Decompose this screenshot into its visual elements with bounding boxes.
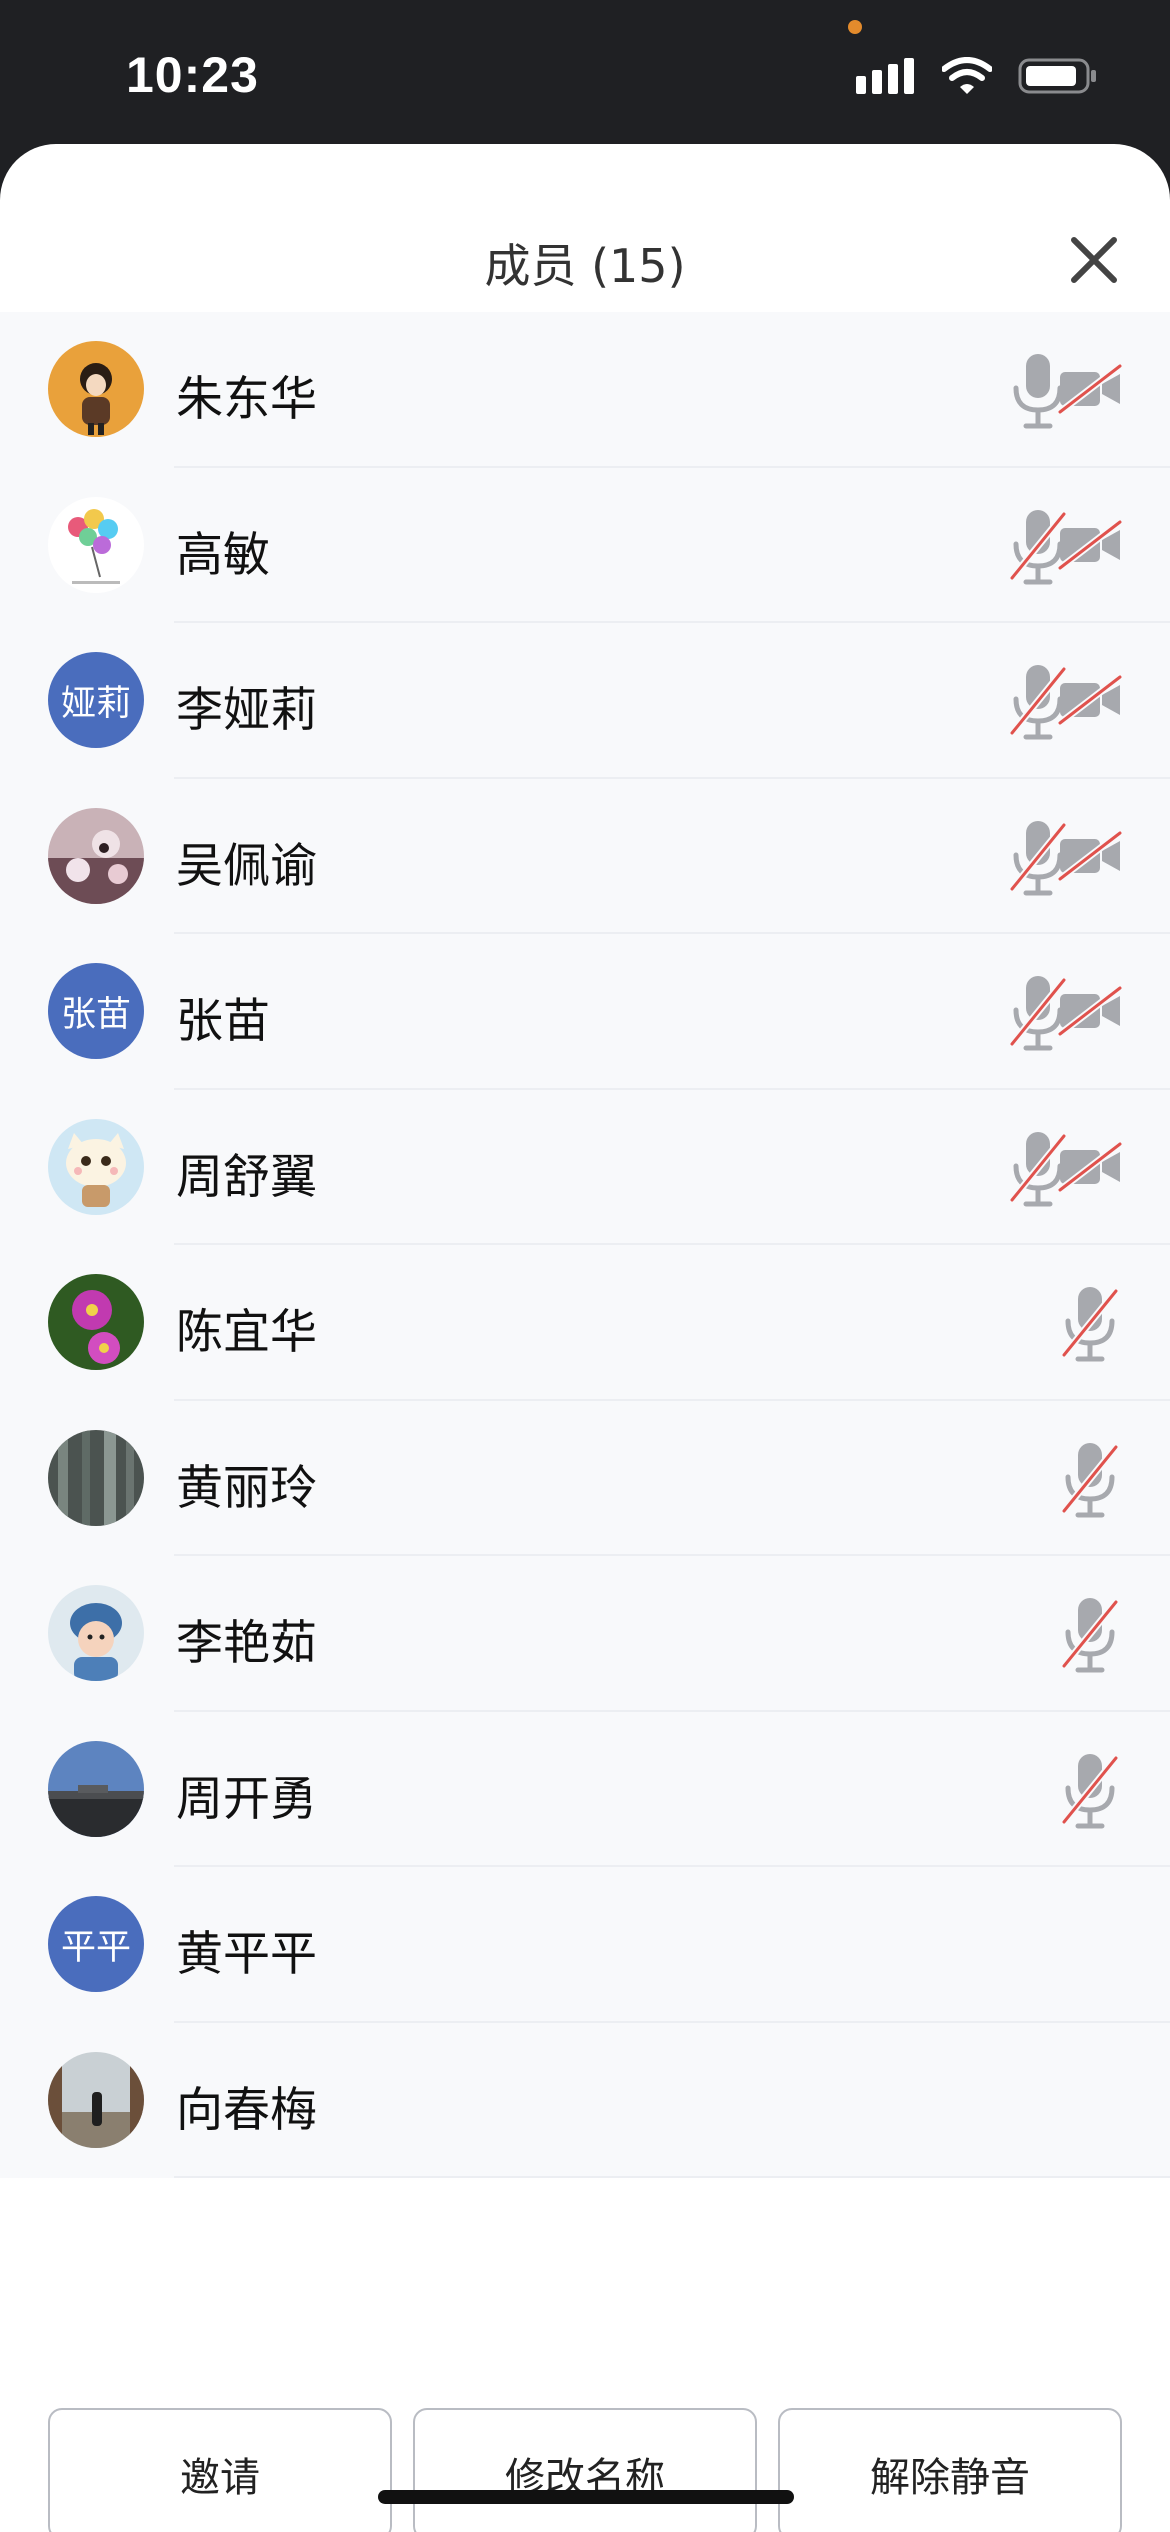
action-bar: 邀请 修改名称 解除静音: [0, 2178, 1170, 2532]
rename-button[interactable]: 修改名称: [413, 2408, 757, 2532]
avatar-initials: 娅莉: [48, 652, 144, 748]
member-name: 黄平平: [176, 1927, 317, 1982]
member-name: 朱东华: [176, 372, 317, 427]
member-name: 周舒翼: [176, 1149, 317, 1205]
member-row[interactable]: 周舒翼: [0, 1090, 1170, 1245]
unmute-all-button[interactable]: 解除静音: [778, 2408, 1122, 2532]
camera-off-icon[interactable]: [1056, 518, 1124, 572]
avatar: [48, 1585, 144, 1681]
member-row[interactable]: 张苗 张苗: [0, 934, 1170, 1090]
battery-icon: [1018, 58, 1096, 94]
member-row[interactable]: 吴佩谕: [0, 779, 1170, 934]
avatar: [48, 341, 144, 437]
avatar: [48, 496, 144, 593]
status-time: 10:23: [126, 47, 259, 103]
member-row[interactable]: 平平 黄平平: [0, 1867, 1170, 2023]
avatar: [48, 1429, 144, 1526]
privacy-indicator-dot: [848, 20, 862, 34]
member-row[interactable]: 周开勇: [0, 1712, 1170, 1867]
members-sheet: 成员 (15) 朱东华 高敏 娅莉 李娅莉 吴佩谕 张苗 张苗 周舒翼 陈宜华 …: [0, 144, 1170, 2532]
member-name: 周开勇: [176, 1771, 317, 1827]
sheet-title: 成员 (15): [484, 239, 686, 293]
member-row[interactable]: 高敏: [0, 468, 1170, 623]
avatar: [48, 1740, 144, 1837]
avatar: [48, 2051, 144, 2148]
member-name: 李娅莉: [176, 683, 317, 738]
mic-muted-icon[interactable]: [1058, 1437, 1122, 1521]
close-icon[interactable]: [1064, 230, 1124, 290]
member-row[interactable]: 李艳茹: [0, 1556, 1170, 1712]
avatar: [48, 807, 144, 904]
sheet-header: 成员 (15): [0, 144, 1170, 312]
member-name: 李艳茹: [176, 1616, 317, 1671]
avatar-initials: 张苗: [48, 963, 144, 1059]
member-row[interactable]: 朱东华: [0, 312, 1170, 468]
camera-off-icon[interactable]: [1056, 673, 1124, 727]
member-name: 向春梅: [176, 2082, 317, 2138]
member-name: 陈宜华: [176, 1305, 317, 1360]
signal-icon: [856, 58, 914, 94]
member-name: 吴佩谕: [176, 838, 317, 894]
home-indicator[interactable]: [378, 2490, 794, 2504]
member-row[interactable]: 陈宜华: [0, 1245, 1170, 1401]
camera-off-icon[interactable]: [1056, 984, 1124, 1038]
avatar: [48, 1274, 144, 1370]
status-icons: [856, 56, 1098, 96]
camera-off-icon[interactable]: [1056, 362, 1124, 416]
mic-muted-icon[interactable]: [1058, 1748, 1122, 1832]
camera-off-icon[interactable]: [1056, 829, 1124, 883]
member-row[interactable]: 娅莉 李娅莉: [0, 623, 1170, 779]
avatar-initials: 平平: [48, 1896, 144, 1992]
member-list[interactable]: 朱东华 高敏 娅莉 李娅莉 吴佩谕 张苗 张苗 周舒翼 陈宜华 黄丽玲 李艳茹 …: [0, 312, 1170, 2178]
mic-muted-icon[interactable]: [1058, 1281, 1122, 1365]
member-row[interactable]: 向春梅: [0, 2023, 1170, 2178]
member-name: 黄丽玲: [176, 1460, 317, 1516]
member-name: 高敏: [176, 527, 270, 583]
member-row[interactable]: 黄丽玲: [0, 1401, 1170, 1556]
invite-button[interactable]: 邀请: [48, 2408, 392, 2532]
avatar: [48, 1118, 144, 1215]
status-bar: 10:23: [0, 0, 1170, 150]
camera-off-icon[interactable]: [1056, 1140, 1124, 1194]
wifi-icon: [942, 57, 992, 94]
mic-muted-icon[interactable]: [1058, 1592, 1122, 1676]
member-name: 张苗: [176, 994, 270, 1049]
